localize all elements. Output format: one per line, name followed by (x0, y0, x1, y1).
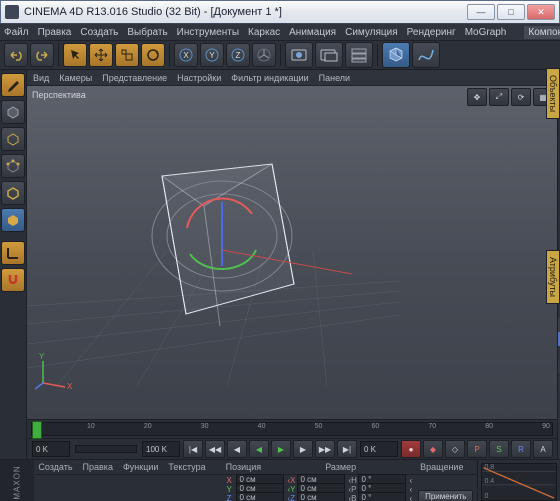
render-pv-button[interactable] (315, 42, 343, 68)
size-z-field[interactable]: 0 см (297, 492, 345, 501)
layout-tab[interactable]: Компоновка (524, 26, 560, 39)
main-toolbar: X Y Z (0, 41, 560, 70)
vmenu-cameras[interactable]: Камеры (59, 73, 92, 83)
viewport-menu: Вид Камеры Представление Настройки Фильт… (27, 70, 557, 86)
menu-mesh[interactable]: Каркас (248, 27, 280, 38)
key-param-button[interactable]: A (533, 440, 553, 458)
minimize-button[interactable]: — (467, 4, 495, 20)
primitive-cube-button[interactable] (382, 42, 410, 68)
side-tabs: Объекты Атрибуты (546, 68, 560, 305)
timeline[interactable]: 0102030405060708090 (27, 419, 557, 438)
key-rot-button[interactable]: R (511, 440, 531, 458)
edge-mode-button[interactable] (1, 181, 25, 205)
menu-create[interactable]: Создать (80, 27, 118, 38)
side-tab-objects[interactable]: Объекты (546, 68, 560, 119)
point-mode-button[interactable] (1, 154, 25, 178)
polygon-mode-button[interactable] (1, 208, 25, 232)
prev-frame-button[interactable]: ◀ (227, 440, 247, 458)
play-button[interactable]: ▶ (271, 440, 291, 458)
vmenu-options[interactable]: Настройки (177, 73, 221, 83)
prev-key-button[interactable]: ◀◀ (205, 440, 225, 458)
current-frame-field[interactable]: 0 K (360, 441, 398, 457)
render-settings-button[interactable] (345, 42, 373, 68)
menu-select[interactable]: Выбрать (127, 27, 167, 38)
end-frame-field[interactable]: 100 K (142, 441, 180, 457)
apply-button[interactable]: Применить (418, 490, 473, 501)
key-pos-button[interactable]: P (467, 440, 487, 458)
mat-tab-tex[interactable]: Текстура (168, 462, 205, 472)
scene-icon (27, 86, 399, 386)
vmenu-view[interactable]: Вид (33, 73, 49, 83)
menu-sim[interactable]: Симуляция (345, 27, 398, 38)
mat-tab-create[interactable]: Создать (38, 462, 72, 472)
model-mode-button[interactable] (1, 100, 25, 124)
next-frame-button[interactable]: ▶ (293, 440, 313, 458)
menu-file[interactable]: Файл (4, 27, 29, 38)
svg-text:Z: Z (236, 51, 241, 60)
menu-anim[interactable]: Анимация (289, 27, 336, 38)
coord-system-button[interactable] (252, 43, 276, 67)
goto-end-button[interactable]: ▶| (337, 440, 357, 458)
undo-button[interactable] (4, 43, 28, 67)
menu-render[interactable]: Рендеринг (407, 27, 456, 38)
snap-button[interactable] (1, 268, 25, 292)
record-button[interactable]: ● (401, 440, 421, 458)
move-tool[interactable] (89, 43, 113, 67)
bottom-panel: MAXON Создать Правка Функции Текстура По… (0, 459, 560, 501)
main-menu: Файл Правка Создать Выбрать Инструменты … (0, 24, 560, 41)
range-slider[interactable] (75, 445, 137, 453)
svg-text:Y: Y (39, 352, 45, 361)
svg-text:X: X (67, 382, 73, 391)
keysel-button[interactable]: ◇ (445, 440, 465, 458)
axis-mode-button[interactable] (1, 241, 25, 265)
make-editable-button[interactable] (1, 73, 25, 97)
viewport-3d[interactable]: Перспектива (27, 86, 557, 419)
svg-text:X: X (183, 51, 189, 60)
side-tab-attributes[interactable]: Атрибуты (546, 250, 560, 304)
vmenu-panels[interactable]: Панели (319, 73, 350, 83)
mat-tab-edit[interactable]: Правка (83, 462, 113, 472)
scale-tool[interactable] (115, 43, 139, 67)
viewport-panel: Вид Камеры Представление Настройки Фильт… (27, 70, 558, 459)
rot-b-field[interactable]: 0 ° (358, 492, 406, 501)
menu-tools[interactable]: Инструменты (177, 27, 239, 38)
coordinates-panel: X0 см‹X0 см‹H0 °‹ Y0 см‹Y0 см‹P0 °‹ Z0 с… (34, 475, 477, 501)
close-button[interactable]: ✕ (527, 4, 555, 20)
next-key-button[interactable]: ▶▶ (315, 440, 335, 458)
falloff-curve[interactable]: 0.8 0.4 0 (481, 463, 557, 501)
autokey-button[interactable]: ◆ (423, 440, 443, 458)
object-mode-button[interactable] (1, 127, 25, 151)
titlebar: CINEMA 4D R13.016 Studio (32 Bit) - [Док… (0, 0, 560, 24)
window-title: CINEMA 4D R13.016 Studio (32 Bit) - [Док… (24, 6, 282, 18)
play-back-button[interactable]: ◀ (249, 440, 269, 458)
vmenu-filter[interactable]: Фильтр индикации (231, 73, 308, 83)
menu-mograph[interactable]: MoGraph (465, 27, 507, 38)
timeline-cursor[interactable] (32, 421, 42, 439)
redo-button[interactable] (30, 43, 54, 67)
maximize-button[interactable]: □ (497, 4, 525, 20)
menu-edit[interactable]: Правка (38, 27, 72, 38)
rotate-tool[interactable] (141, 43, 165, 67)
start-frame-field[interactable]: 0 K (32, 441, 70, 457)
pos-z-field[interactable]: 0 см (236, 492, 284, 501)
axis-gizmo-icon: Y X (35, 351, 75, 391)
mat-tab-func[interactable]: Функции (123, 462, 158, 472)
view-pan-icon[interactable]: ✥ (467, 88, 487, 106)
spline-button[interactable] (412, 42, 440, 68)
left-dock (0, 70, 27, 459)
select-tool[interactable] (63, 43, 87, 67)
playbar: 0 K 100 K |◀ ◀◀ ◀ ◀ ▶ ▶ ▶▶ ▶| 0 K ● ◆ ◇ … (27, 438, 557, 459)
brand-panel: MAXON (0, 460, 34, 501)
lock-x-button[interactable]: X (174, 43, 198, 67)
goto-start-button[interactable]: |◀ (183, 440, 203, 458)
view-zoom-icon[interactable]: ⤢ (489, 88, 509, 106)
svg-text:Y: Y (209, 51, 215, 60)
key-scale-button[interactable]: S (489, 440, 509, 458)
lock-y-button[interactable]: Y (200, 43, 224, 67)
lock-z-button[interactable]: Z (226, 43, 250, 67)
vmenu-display[interactable]: Представление (102, 73, 167, 83)
render-view-button[interactable] (285, 42, 313, 68)
view-orbit-icon[interactable]: ⟳ (511, 88, 531, 106)
app-icon (5, 5, 19, 19)
